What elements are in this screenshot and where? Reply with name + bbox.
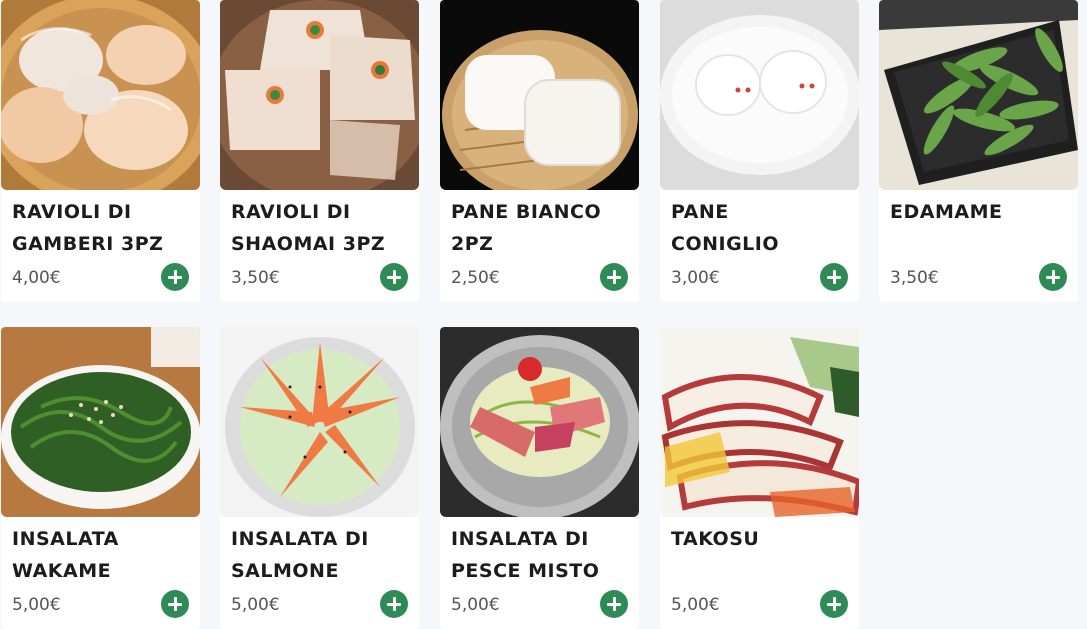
menu-item-card[interactable]: INSALATA WAKAME 5,00€: [1, 327, 200, 629]
add-to-cart-button[interactable]: [600, 590, 628, 618]
item-name: RAVIOLI DI SHAOMAI 3PZ: [231, 201, 386, 255]
item-price: 5,00€: [12, 595, 61, 615]
add-to-cart-button[interactable]: [820, 263, 848, 291]
shrimp-dumplings-image[interactable]: [1, 0, 200, 190]
menu-item-card[interactable]: RAVIOLI DI SHAOMAI 3PZ 3,50€: [220, 0, 419, 302]
add-to-cart-button[interactable]: [161, 263, 189, 291]
item-name: RAVIOLI DI GAMBERI 3PZ: [12, 201, 164, 255]
item-price: 3,50€: [890, 268, 939, 288]
edamame-image[interactable]: [879, 0, 1078, 190]
add-to-cart-button[interactable]: [820, 590, 848, 618]
item-name: INSALATA DI SALMONE: [231, 528, 369, 582]
item-price: 4,00€: [12, 268, 61, 288]
shaomai-dumplings-image[interactable]: [220, 0, 419, 190]
item-price: 3,50€: [231, 268, 280, 288]
item-name: EDAMAME: [890, 201, 1003, 223]
steamed-white-buns-image[interactable]: [440, 0, 639, 190]
add-to-cart-button[interactable]: [1039, 263, 1067, 291]
item-name: INSALATA DI PESCE MISTO: [451, 528, 600, 582]
add-to-cart-button[interactable]: [380, 590, 408, 618]
item-name: INSALATA WAKAME: [12, 528, 119, 582]
rabbit-buns-image[interactable]: [660, 0, 859, 190]
menu-item-card[interactable]: EDAMAME 3,50€: [879, 0, 1078, 302]
item-price: 2,50€: [451, 268, 500, 288]
add-to-cart-button[interactable]: [380, 263, 408, 291]
salmon-salad-image[interactable]: [220, 327, 419, 517]
item-name: PANE BIANCO 2PZ: [451, 201, 602, 255]
menu-item-card[interactable]: RAVIOLI DI GAMBERI 3PZ 4,00€: [1, 0, 200, 302]
menu-item-card[interactable]: TAKOSU 5,00€: [660, 327, 859, 629]
item-name: PANE CONIGLIO: [671, 201, 779, 255]
item-name: TAKOSU: [671, 528, 760, 550]
menu-grid: RAVIOLI DI GAMBERI 3PZ 4,00€ RAVIOLI DI …: [0, 0, 1087, 629]
item-price: 5,00€: [671, 595, 720, 615]
item-price: 5,00€: [231, 595, 280, 615]
add-to-cart-button[interactable]: [600, 263, 628, 291]
item-price: 5,00€: [451, 595, 500, 615]
mixed-fish-salad-image[interactable]: [440, 327, 639, 517]
wakame-salad-image[interactable]: [1, 327, 200, 517]
menu-item-card[interactable]: INSALATA DI SALMONE 5,00€: [220, 327, 419, 629]
item-price: 3,00€: [671, 268, 720, 288]
takosu-image[interactable]: [660, 327, 859, 517]
menu-item-card[interactable]: PANE CONIGLIO 3,00€: [660, 0, 859, 302]
menu-item-card[interactable]: PANE BIANCO 2PZ 2,50€: [440, 0, 639, 302]
add-to-cart-button[interactable]: [161, 590, 189, 618]
menu-item-card[interactable]: INSALATA DI PESCE MISTO 5,00€: [440, 327, 639, 629]
